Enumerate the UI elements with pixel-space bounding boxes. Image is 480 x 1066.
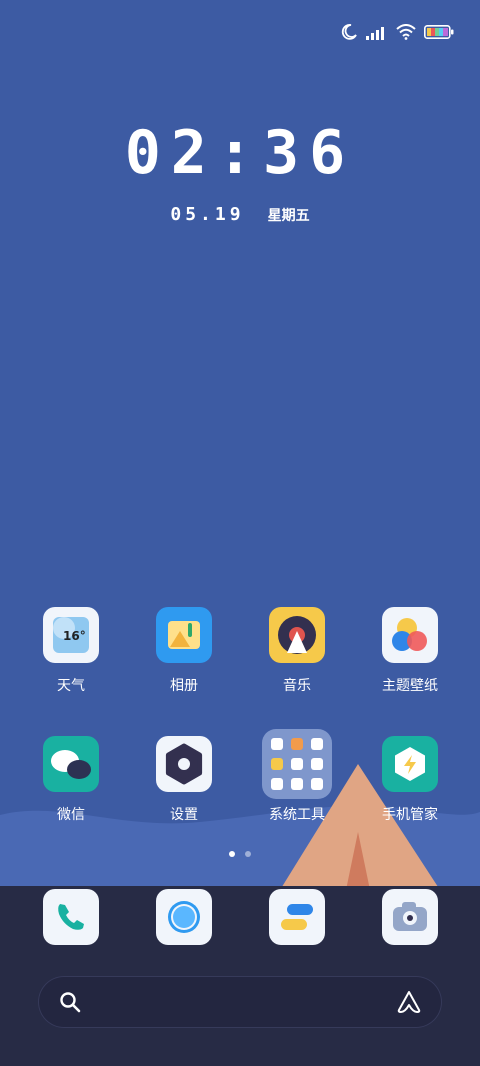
home-screen: 02:36 05.19 星期五 16° 天气 相册 音乐 主题壁纸 微信 设置 … (0, 0, 480, 1066)
app-phone-manager[interactable]: 手机管家 (355, 736, 465, 824)
phone-manager-icon (382, 736, 438, 792)
gallery-icon (156, 607, 212, 663)
messages-icon (269, 889, 325, 945)
wechat-icon (43, 736, 99, 792)
weather-icon: 16° (43, 607, 99, 663)
assistant-icon[interactable] (396, 990, 422, 1014)
weather-temp: 16° (63, 629, 86, 643)
dock-messages[interactable] (242, 889, 352, 945)
app-label: 手机管家 (382, 807, 438, 823)
app-folder-system-tools[interactable]: 系统工具 (242, 729, 352, 824)
dock-browser[interactable] (129, 889, 239, 945)
app-label: 天气 (57, 678, 85, 694)
browser-icon (156, 889, 212, 945)
app-label: 主题壁纸 (382, 678, 438, 694)
app-label: 微信 (57, 807, 85, 823)
page-dot[interactable] (245, 851, 251, 857)
page-dot-active[interactable] (229, 851, 235, 857)
moon-icon (341, 24, 357, 40)
status-bar (340, 18, 454, 46)
music-icon (269, 607, 325, 663)
app-theme[interactable]: 主题壁纸 (355, 607, 465, 695)
clock-time[interactable]: 02:36 (0, 118, 480, 188)
camera-icon (382, 889, 438, 945)
app-gallery[interactable]: 相册 (129, 607, 239, 695)
app-wechat[interactable]: 微信 (16, 736, 126, 824)
search-icon[interactable] (58, 990, 82, 1014)
app-settings[interactable]: 设置 (129, 736, 239, 824)
app-label: 系统工具 (269, 807, 325, 823)
app-label: 音乐 (283, 678, 311, 694)
clock-date: 05.19 星期五 (0, 204, 480, 225)
dock-phone[interactable] (16, 889, 126, 945)
weekday-text: 星期五 (267, 208, 310, 224)
theme-icon (382, 607, 438, 663)
date-text: 05.19 (170, 204, 245, 225)
wifi-icon (396, 24, 416, 40)
app-music[interactable]: 音乐 (242, 607, 352, 695)
folder-icon (262, 729, 332, 799)
app-weather[interactable]: 16° 天气 (16, 607, 126, 695)
dock-camera[interactable] (355, 889, 465, 945)
battery-icon (424, 25, 454, 39)
phone-icon (43, 889, 99, 945)
app-label: 相册 (170, 678, 198, 694)
search-bar[interactable] (38, 976, 442, 1028)
settings-icon (156, 736, 212, 792)
app-label: 设置 (170, 807, 198, 823)
page-indicator (0, 851, 480, 857)
signal-icon (366, 27, 384, 40)
